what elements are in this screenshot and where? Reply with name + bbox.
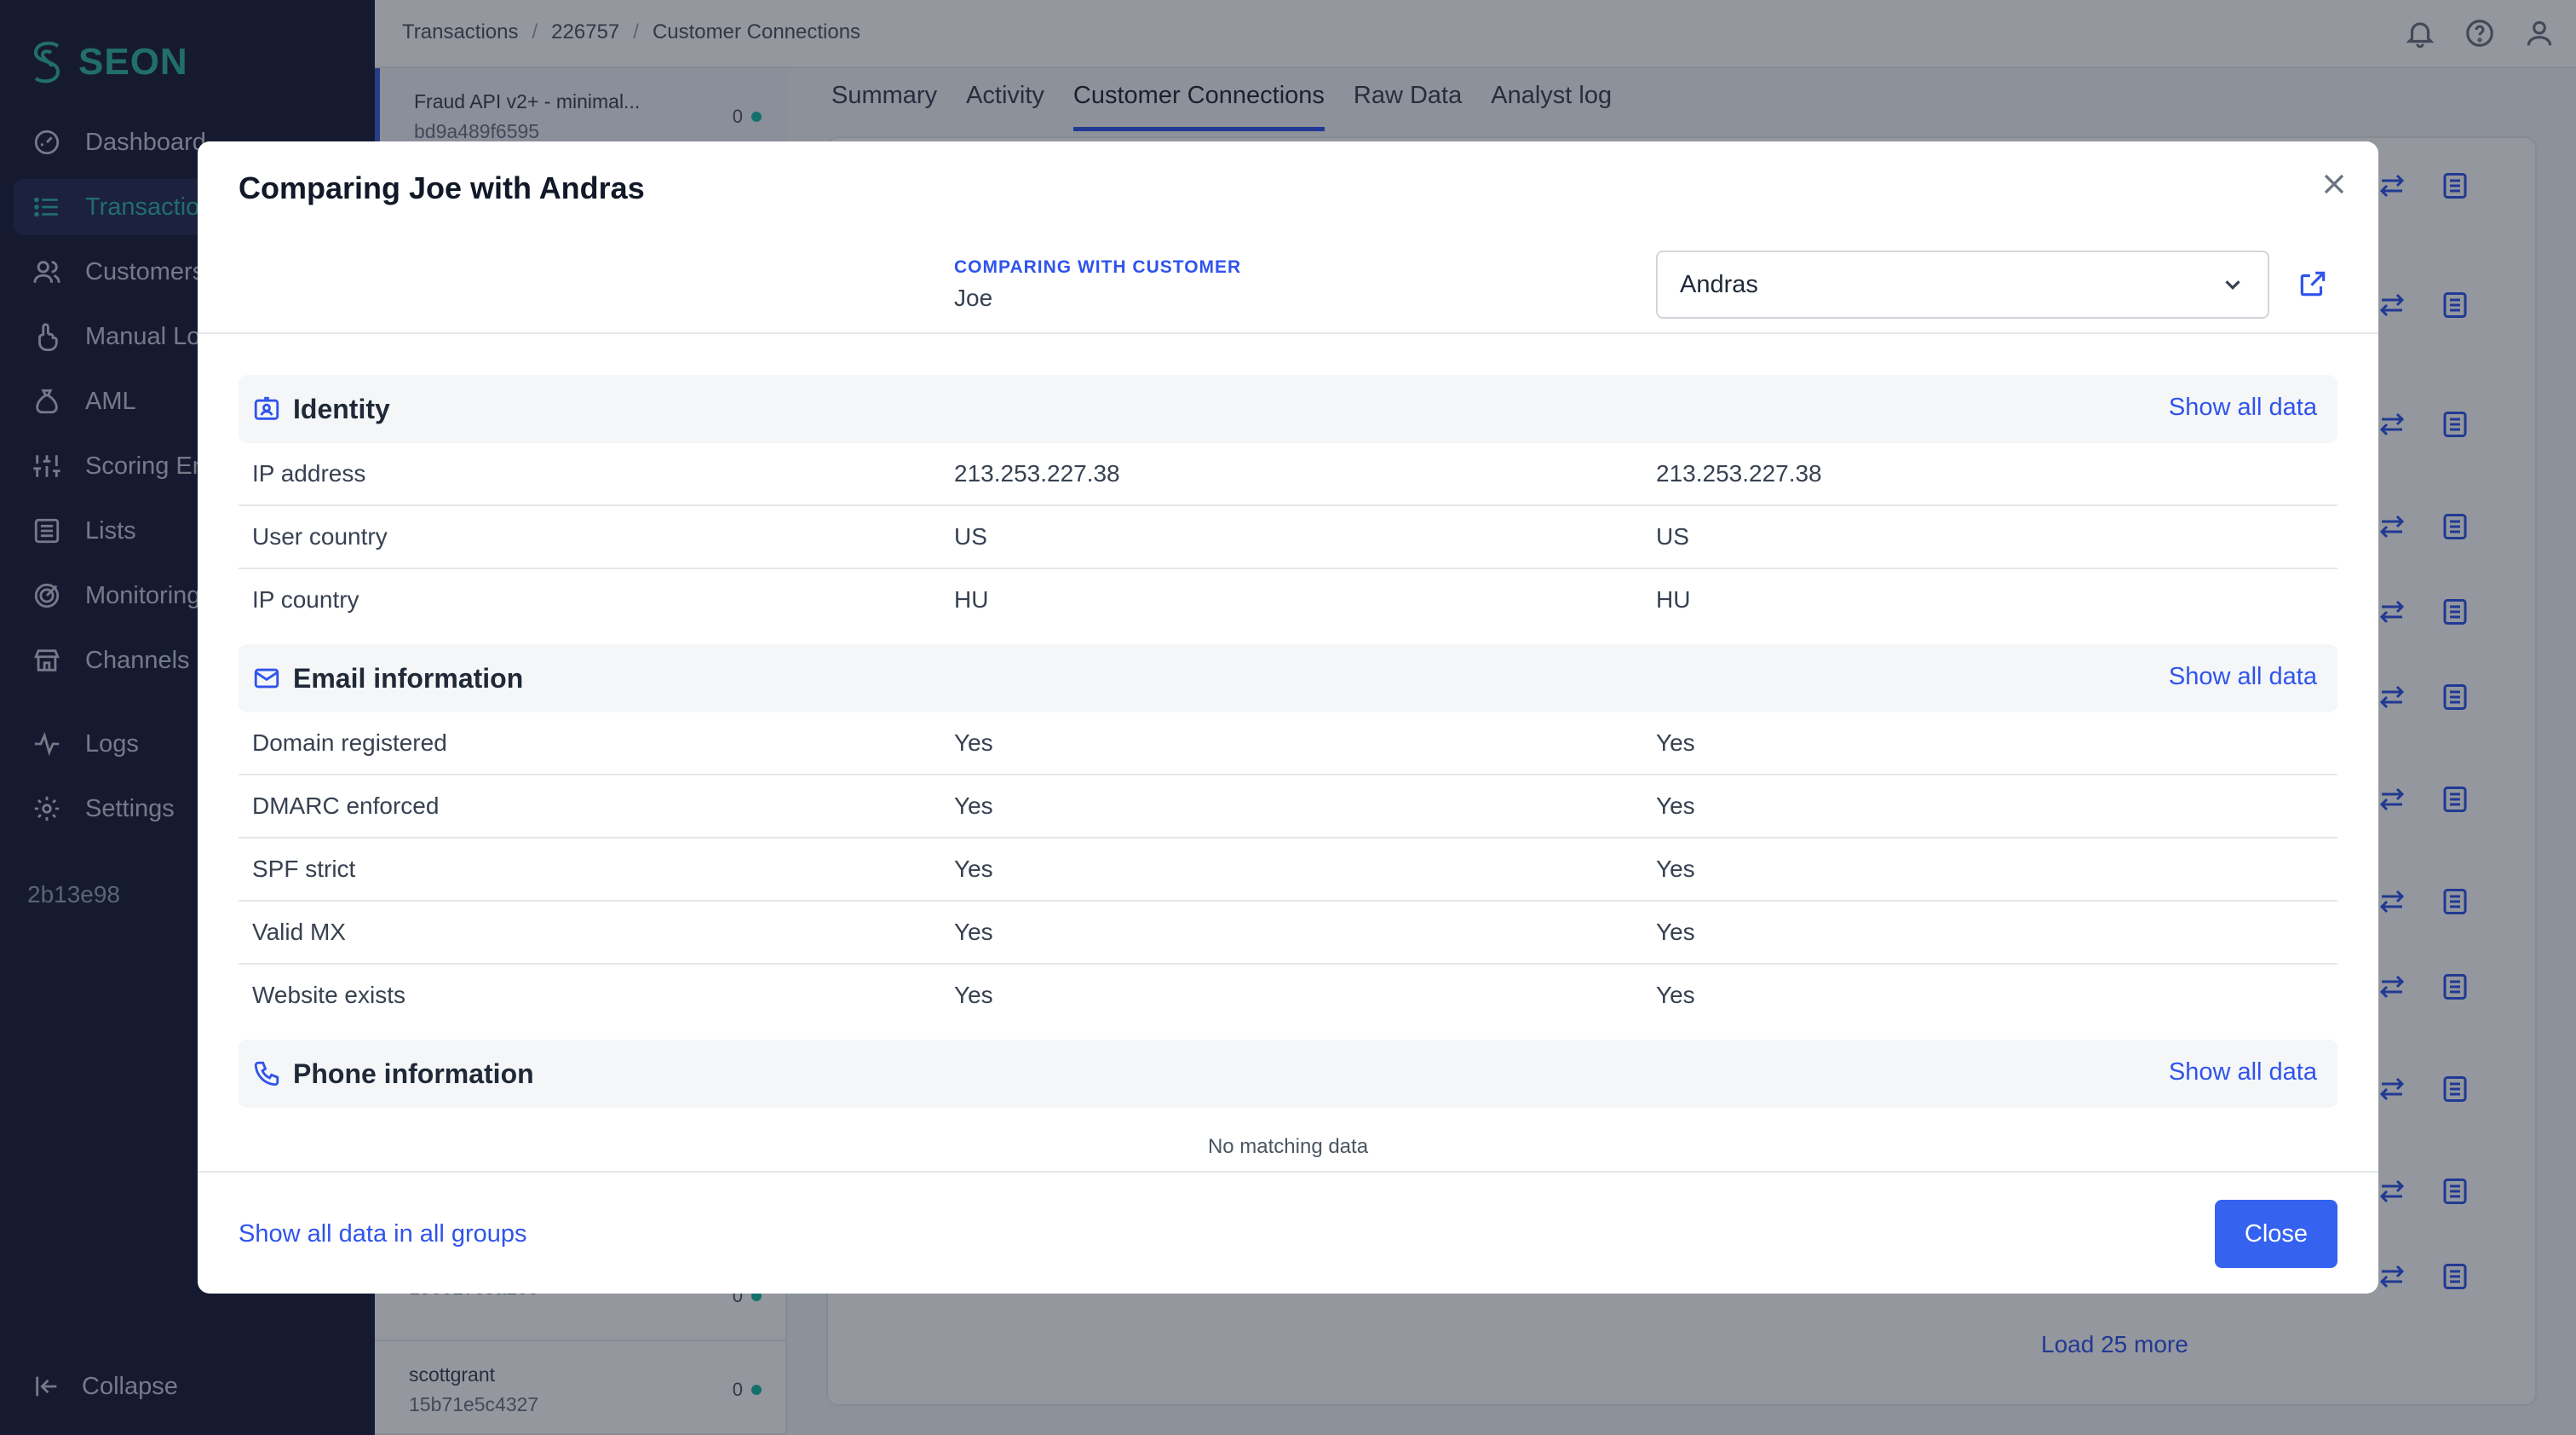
row-value-left: Yes: [954, 856, 993, 882]
show-all-groups-link[interactable]: Show all data in all groups: [239, 1220, 527, 1248]
table-row: IP country HU HU: [239, 569, 2337, 632]
compare-customer-name: Joe: [954, 285, 993, 311]
compare-label: COMPARING WITH CUSTOMER: [954, 257, 1242, 277]
compare-header: COMPARING WITH CUSTOMER Joe Andras: [198, 244, 2378, 334]
row-value-left: Yes: [954, 919, 993, 945]
show-all-data-link[interactable]: Show all data: [2169, 663, 2317, 691]
row-value-left: Yes: [954, 729, 993, 756]
phone-icon: [254, 1061, 279, 1086]
row-value-right: Yes: [1656, 919, 1695, 945]
group-title: Email information: [293, 662, 524, 694]
mail-icon: [254, 668, 279, 689]
group-email: Email information Show all data: [239, 644, 2337, 712]
group-phone: Phone information Show all data: [239, 1040, 2337, 1108]
row-value-left: HU: [954, 586, 989, 613]
row-value-left: 213.253.227.38: [954, 460, 1120, 487]
row-label: IP address: [252, 460, 366, 487]
show-all-data-link[interactable]: Show all data: [2169, 1058, 2317, 1086]
table-row: User country US US: [239, 506, 2337, 569]
row-value-right: Yes: [1656, 792, 1695, 819]
close-button[interactable]: Close: [2215, 1200, 2337, 1268]
modal-footer: Show all data in all groups Close: [198, 1171, 2378, 1294]
row-label: Valid MX: [252, 919, 346, 945]
row-value-right: Yes: [1656, 729, 1695, 756]
row-value-right: HU: [1656, 586, 1691, 613]
row-label: IP country: [252, 586, 359, 613]
row-label: Website exists: [252, 982, 405, 1008]
row-value-left: Yes: [954, 982, 993, 1008]
modal-title: Comparing Joe with Andras: [239, 170, 645, 205]
row-value-right: 213.253.227.38: [1656, 460, 1822, 487]
row-label: SPF strict: [252, 856, 356, 882]
row-label: Domain registered: [252, 729, 447, 756]
row-label: DMARC enforced: [252, 792, 440, 819]
table-row: Valid MX Yes Yes: [239, 902, 2337, 965]
external-link-icon[interactable]: [2297, 268, 2329, 300]
id-card-icon: [254, 396, 279, 420]
no-matching-data: No matching data: [1207, 1135, 1369, 1158]
compare-modal: Comparing Joe with Andras COMPARING WITH…: [198, 141, 2378, 1294]
row-value-left: US: [954, 523, 987, 550]
row-value-right: Yes: [1656, 856, 1695, 882]
group-title: Phone information: [293, 1058, 534, 1089]
row-value-left: Yes: [954, 792, 993, 819]
table-row: SPF strict Yes Yes: [239, 839, 2337, 902]
table-row: Domain registered Yes Yes: [239, 712, 2337, 775]
group-identity: Identity Show all data: [239, 375, 2337, 443]
group-title: Identity: [293, 393, 390, 424]
chevron-down-icon: [2225, 280, 2240, 290]
customer-select-value: Andras: [1680, 270, 1758, 298]
table-row: IP address 213.253.227.38 213.253.227.38: [239, 443, 2337, 506]
table-row: DMARC enforced Yes Yes: [239, 775, 2337, 839]
customer-select[interactable]: Andras: [1656, 251, 2269, 319]
table-row: Website exists Yes Yes: [239, 965, 2337, 1028]
row-value-right: Yes: [1656, 982, 1695, 1008]
row-label: User country: [252, 523, 388, 550]
show-all-data-link[interactable]: Show all data: [2169, 394, 2317, 422]
row-value-right: US: [1656, 523, 1689, 550]
close-icon[interactable]: [2317, 167, 2351, 201]
